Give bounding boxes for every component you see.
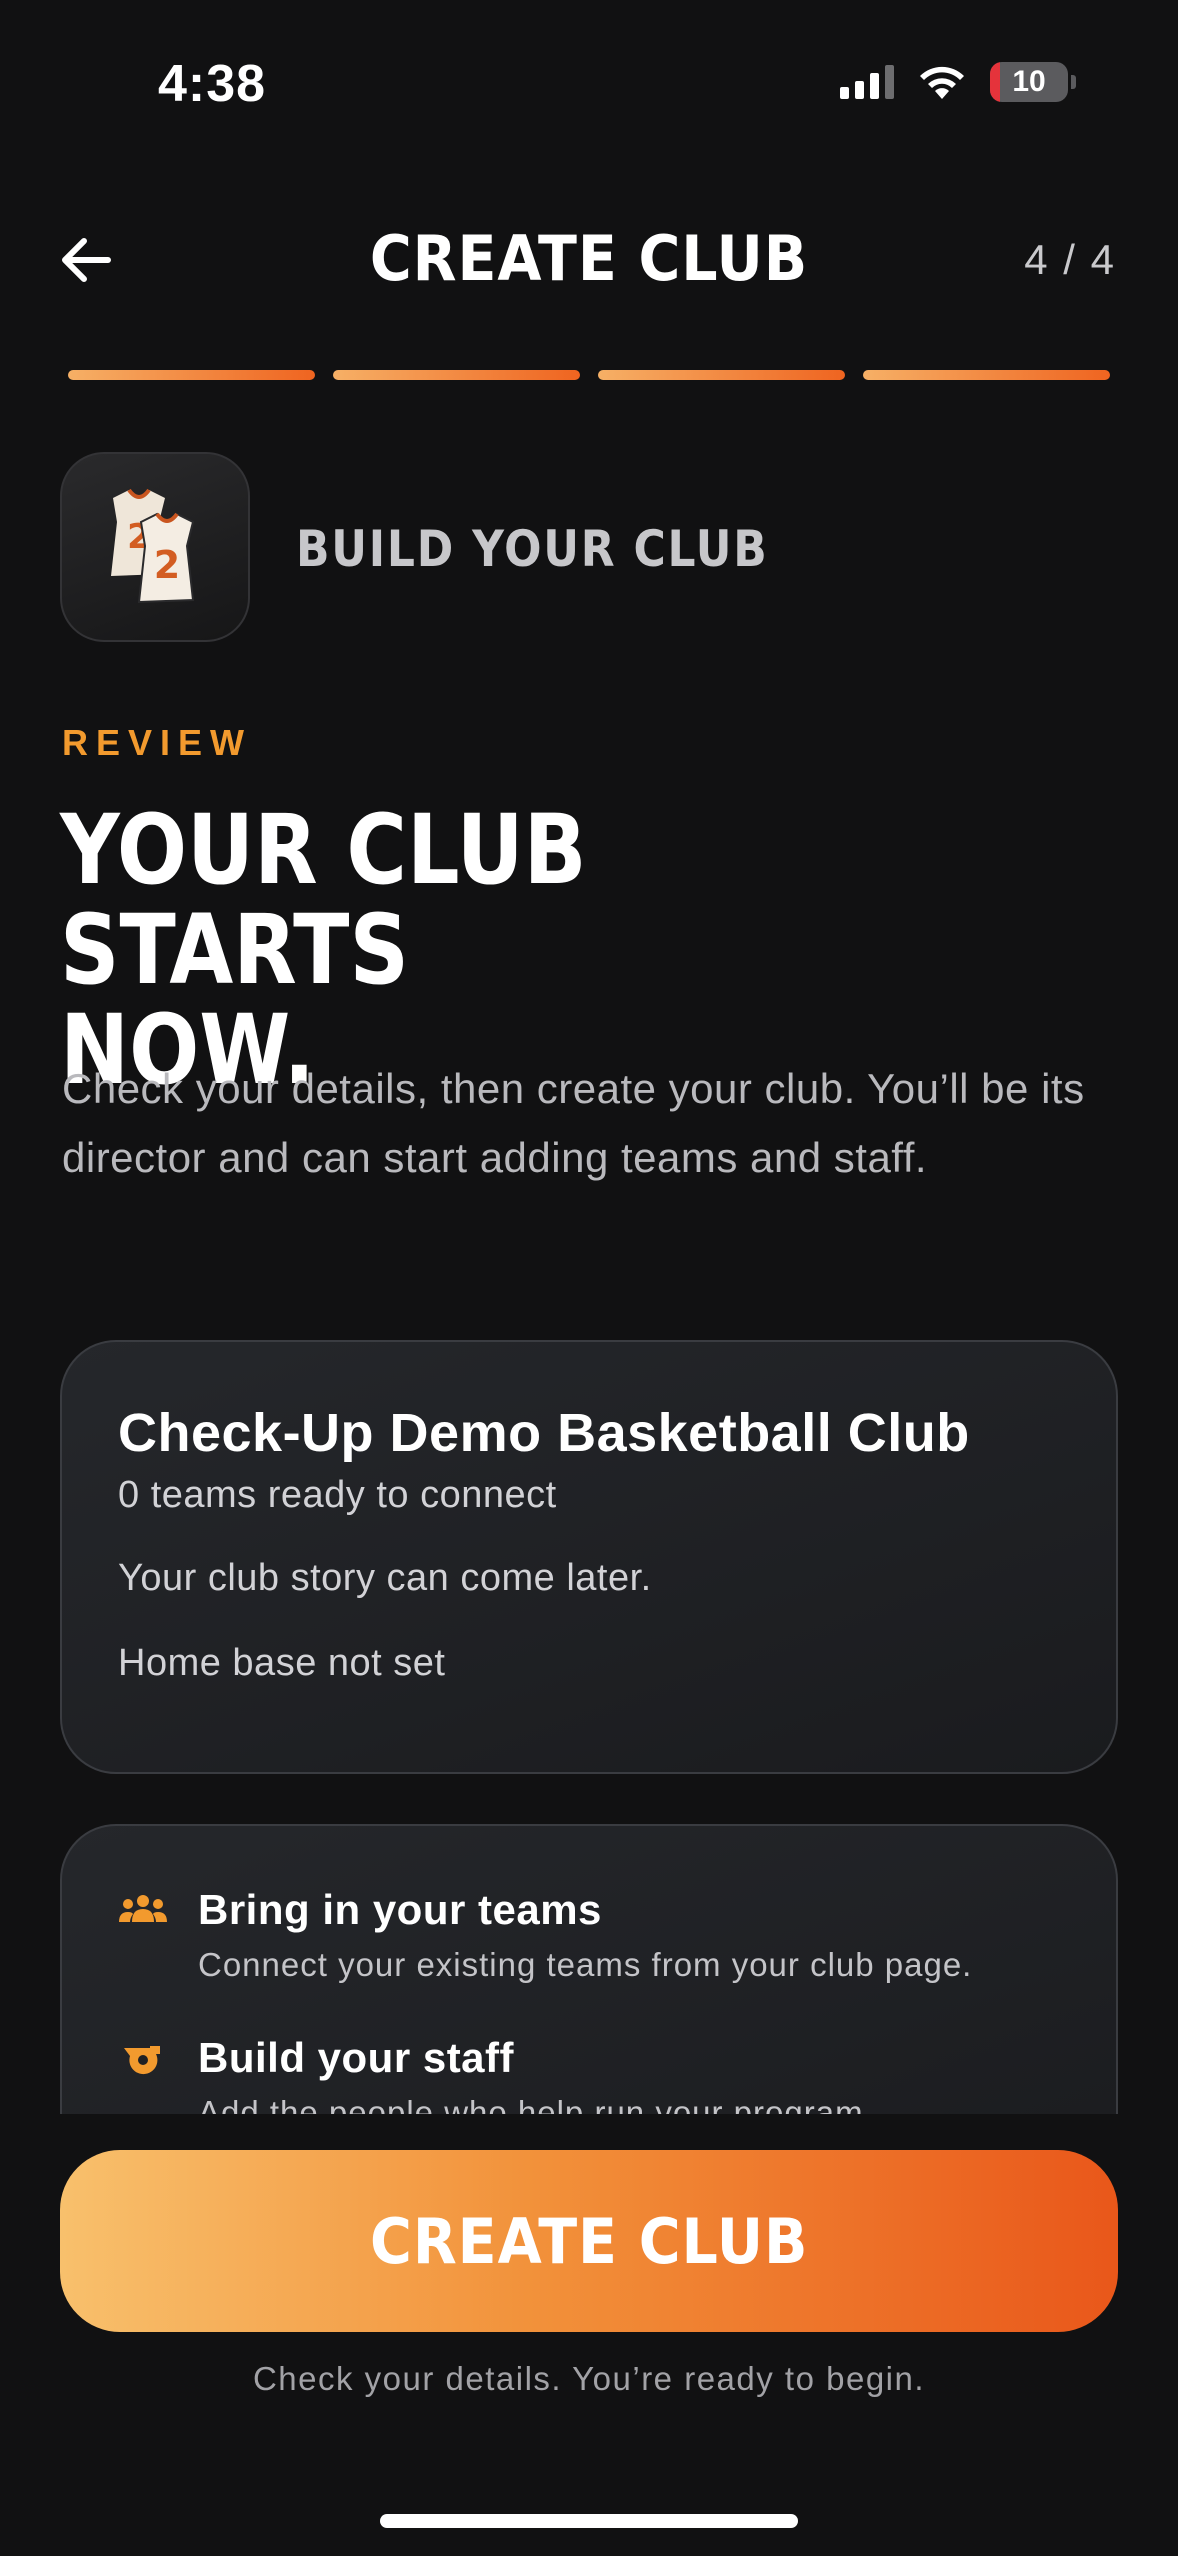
create-club-button-label: CREATE CLUB (369, 2204, 809, 2278)
create-club-screen: 4:38 10 CREATE CLUB 4 / 4 2 2 BUILD YOUR… (0, 0, 1178, 2556)
step-title: Bring in your teams (198, 1886, 602, 1933)
step-title: Build your staff (198, 2034, 515, 2081)
progress-bar (68, 370, 1110, 380)
battery-level: 10 (1012, 65, 1046, 98)
status-time: 4:38 (158, 55, 267, 113)
wifi-icon (920, 66, 964, 99)
intro-text: Check your details, then create your clu… (62, 1065, 1085, 1181)
club-badge: 2 2 (60, 452, 250, 642)
battery-icon: 10 (990, 62, 1076, 102)
club-story: Your club story can come later. (118, 1557, 652, 1599)
scroll-area[interactable]: Bring in your teams Connect your existin… (0, 1820, 1178, 2114)
progress-segment (598, 370, 845, 380)
jersey-number-front: 2 (154, 543, 180, 587)
next-steps-card: Bring in your teams Connect your existin… (60, 1824, 1118, 2114)
home-indicator[interactable] (380, 2514, 798, 2528)
status-icons: 10 (840, 62, 1076, 102)
jersey-icon: 2 2 (111, 488, 195, 604)
progress-segment (863, 370, 1110, 380)
step-counter: 4 / 4 (1024, 236, 1116, 283)
whistle-icon (118, 2042, 168, 2082)
cellular-signal-icon (840, 65, 894, 99)
club-name: Check-Up Demo Basketball Club (118, 1403, 970, 1463)
club-summary-card: Check-Up Demo Basketball Club 0 teams re… (60, 1340, 1118, 1774)
cta-note: Check your details. You’re ready to begi… (252, 2360, 926, 2397)
progress-segment (68, 370, 315, 380)
progress-segment (333, 370, 580, 380)
step-description: Connect your existing teams from your cl… (198, 1946, 973, 1983)
headline-line-1: YOUR CLUB STARTS (60, 794, 587, 1006)
create-club-button[interactable]: CREATE CLUB (60, 2150, 1118, 2332)
teams-count: 0 teams ready to connect (118, 1474, 557, 1516)
step-description: Add the people who help run your program… (198, 2094, 874, 2114)
home-base: Home base not set (118, 1642, 446, 1684)
section-eyebrow: REVIEW (62, 722, 253, 763)
step-item-staff: Build your staff Add the people who help… (118, 2034, 874, 2114)
page-title: CREATE CLUB (369, 222, 809, 295)
badge-label: BUILD YOUR CLUB (296, 520, 769, 578)
people-icon (118, 1894, 168, 1934)
step-item-teams: Bring in your teams Connect your existin… (118, 1886, 972, 1984)
